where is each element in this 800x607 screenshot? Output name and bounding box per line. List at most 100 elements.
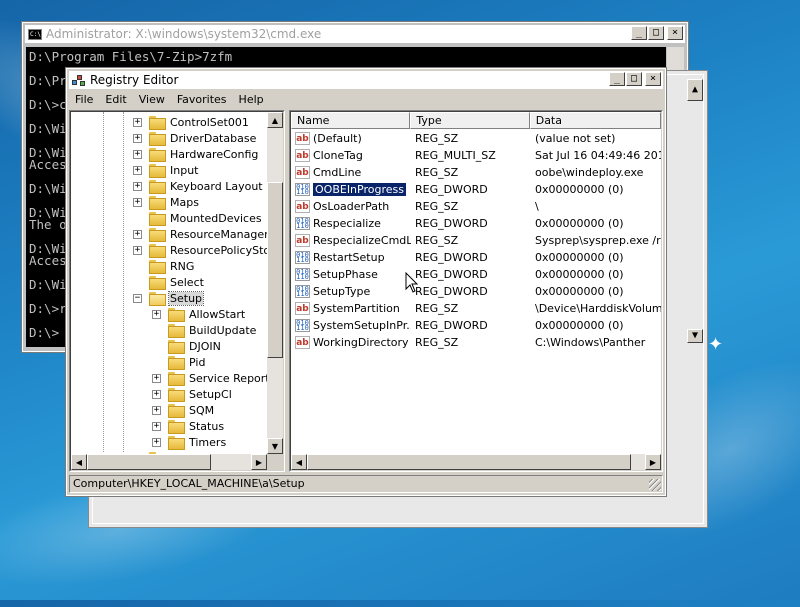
- tree-node-label[interactable]: Status: [188, 420, 225, 433]
- tree-node[interactable]: MountedDevices: [71, 210, 267, 226]
- tree-node-label[interactable]: SetupCl: [188, 388, 233, 401]
- tree-node-label[interactable]: HardwareConfig: [169, 148, 259, 161]
- value-row[interactable]: 010 110 OOBEInProgress REG_DWORD 0x00000000…: [291, 181, 661, 198]
- tree-node-label[interactable]: DJOIN: [188, 340, 222, 353]
- tree-node[interactable]: BuildUpdate: [71, 322, 267, 338]
- tree-expander-icon[interactable]: +: [152, 437, 161, 447]
- tree-expander-icon[interactable]: +: [152, 389, 161, 399]
- tree-expander-icon[interactable]: +: [152, 421, 161, 431]
- value-row[interactable]: ab CloneTag REG_MULTI_SZ Sat Jul 16 04:49:4…: [291, 147, 661, 164]
- tree-node[interactable]: Pid: [71, 354, 267, 370]
- tree-vertical-scrollbar[interactable]: ▲ ▼: [267, 112, 283, 454]
- tree-expander-icon[interactable]: −: [133, 293, 142, 303]
- tree-node[interactable]: + Input: [71, 162, 267, 178]
- registry-editor-titlebar[interactable]: Registry Editor _ □ ×: [69, 71, 663, 89]
- values-scroll-left-button[interactable]: ◀: [291, 454, 307, 470]
- tree-node[interactable]: RNG: [71, 258, 267, 274]
- tree-node[interactable]: + Timers: [71, 434, 267, 450]
- value-row[interactable]: 010 110 SetupType REG_DWORD 0x00000000 (0): [291, 283, 661, 300]
- tree-expander-icon[interactable]: +: [133, 229, 142, 239]
- cmd-minimize-button[interactable]: _: [631, 26, 647, 40]
- tree-node[interactable]: + Keyboard Layout: [71, 178, 267, 194]
- value-row[interactable]: 010 110 SetupPhase REG_DWORD 0x00000000 (0): [291, 266, 661, 283]
- menu-file[interactable]: File: [69, 93, 99, 106]
- cmd-close-button[interactable]: ×: [667, 26, 683, 40]
- tree-node-label[interactable]: RNG: [169, 260, 195, 273]
- tree-node[interactable]: + Service Reporting: [71, 370, 283, 386]
- tree-scroll-down-button[interactable]: ▼: [267, 438, 283, 454]
- tree-node-label[interactable]: SQM: [188, 404, 215, 417]
- menu-favorites[interactable]: Favorites: [171, 93, 233, 106]
- values-horizontal-scrollbar[interactable]: ◀ ▶: [291, 454, 661, 470]
- tree-node-label[interactable]: BuildUpdate: [188, 324, 257, 337]
- tree-node[interactable]: + SetupCl: [71, 386, 267, 402]
- tree-node[interactable]: + Maps: [71, 194, 267, 210]
- value-row[interactable]: abRespecializeCmdL... REG_SZ Sysprep\syspr…: [291, 232, 661, 249]
- tree-expander-icon[interactable]: +: [152, 309, 161, 319]
- tree-expander-icon[interactable]: +: [133, 149, 142, 159]
- value-row[interactable]: 010 110 RestartSetup REG_DWORD 0x00000000 (…: [291, 249, 661, 266]
- tree-node[interactable]: + ResourcePolicyStore: [71, 242, 281, 258]
- tree-expander-icon[interactable]: +: [152, 405, 161, 415]
- resize-grip[interactable]: [649, 479, 661, 491]
- value-row[interactable]: ab SystemPartition REG_SZ \Device\HarddiskV…: [291, 300, 661, 317]
- tree-node-label[interactable]: ResourcePolicyStore: [169, 244, 282, 257]
- tree-scroll-up-button[interactable]: ▲: [267, 112, 283, 128]
- tree-expander-icon[interactable]: +: [133, 181, 142, 191]
- cmd-maximize-button[interactable]: □: [648, 26, 664, 40]
- background-window-scroll-up[interactable]: ▲: [687, 79, 703, 101]
- menu-view[interactable]: View: [133, 93, 171, 106]
- column-header-data[interactable]: Data: [529, 112, 661, 129]
- column-header-name[interactable]: Name: [291, 112, 411, 129]
- tree-node-label[interactable]: DriverDatabase: [169, 132, 257, 145]
- tree-scroll-right-button[interactable]: ▶: [251, 454, 267, 470]
- regedit-maximize-button[interactable]: □: [626, 72, 642, 86]
- tree-node-label[interactable]: Timers: [188, 436, 227, 449]
- tree-expander-icon[interactable]: +: [133, 165, 142, 175]
- tree-scroll-left-button[interactable]: ◀: [71, 454, 87, 470]
- value-row[interactable]: 010 110 Respecialize REG_DWORD 0x00000000 (…: [291, 215, 661, 232]
- value-row[interactable]: 010 110 SystemSetupInPr... REG_DWORD 0x0000…: [291, 317, 661, 334]
- tree-node[interactable]: − Setup: [71, 290, 267, 306]
- tree-node-label[interactable]: Maps: [169, 196, 200, 209]
- tree-node[interactable]: DJOIN: [71, 338, 267, 354]
- tree-node-label[interactable]: Pid: [188, 356, 206, 369]
- tree-node-label[interactable]: Select: [169, 276, 205, 289]
- tree-expander-icon[interactable]: +: [133, 133, 142, 143]
- tree-expander-icon[interactable]: +: [133, 117, 142, 127]
- tree-node-label[interactable]: Input: [169, 164, 199, 177]
- background-window-scroll-down[interactable]: ▼: [687, 329, 703, 343]
- regedit-close-button[interactable]: ×: [645, 72, 661, 86]
- tree-hscroll-thumb[interactable]: [87, 454, 211, 470]
- registry-editor-window[interactable]: Registry Editor _ □ × File Edit View Fav…: [65, 67, 667, 497]
- tree-expander-icon[interactable]: +: [133, 245, 142, 255]
- tree-node-label[interactable]: ResourceManager: [169, 228, 270, 241]
- tree-node-label[interactable]: ControlSet001: [169, 116, 250, 129]
- tree-node[interactable]: + HardwareConfig: [71, 146, 267, 162]
- tree-node[interactable]: + AllowStart: [71, 306, 267, 322]
- values-hscroll-thumb[interactable]: [307, 454, 631, 470]
- menu-help[interactable]: Help: [233, 93, 270, 106]
- tree-node-label[interactable]: AllowStart: [188, 308, 246, 321]
- value-list-pane[interactable]: Name Type Data ab (Default) REG_SZ (value n…: [289, 110, 663, 472]
- value-row[interactable]: ab (Default) REG_SZ (value not set): [291, 130, 661, 147]
- tree-node[interactable]: + ControlSet001: [71, 114, 267, 130]
- tree-horizontal-scrollbar[interactable]: ◀ ▶: [71, 454, 267, 470]
- key-tree-pane[interactable]: + ControlSet001 + DriverDatabase + HardwareCo…: [69, 110, 285, 472]
- regedit-minimize-button[interactable]: _: [609, 72, 625, 86]
- value-row[interactable]: ab CmdLine REG_SZ oobe\windeploy.exe: [291, 164, 661, 181]
- tree-node[interactable]: + ResourceManager: [71, 226, 270, 242]
- tree-node-label[interactable]: Keyboard Layout: [169, 180, 264, 193]
- tree-expander-icon[interactable]: +: [152, 373, 161, 383]
- values-scroll-right-button[interactable]: ▶: [645, 454, 661, 470]
- tree-scroll-thumb[interactable]: [267, 182, 283, 358]
- tree-node[interactable]: + SQM: [71, 402, 267, 418]
- tree-node[interactable]: + Status: [71, 418, 267, 434]
- tree-node[interactable]: + DriverDatabase: [71, 130, 267, 146]
- column-header-type[interactable]: Type: [410, 112, 530, 129]
- cmd-titlebar[interactable]: C:\ Administrator: X:\windows\system32\c…: [25, 25, 685, 43]
- tree-node[interactable]: Select: [71, 274, 267, 290]
- menu-edit[interactable]: Edit: [99, 93, 132, 106]
- value-row[interactable]: ab WorkingDirectory REG_SZ C:\Windows\Panth…: [291, 334, 661, 351]
- tree-node-label[interactable]: Setup: [167, 290, 205, 306]
